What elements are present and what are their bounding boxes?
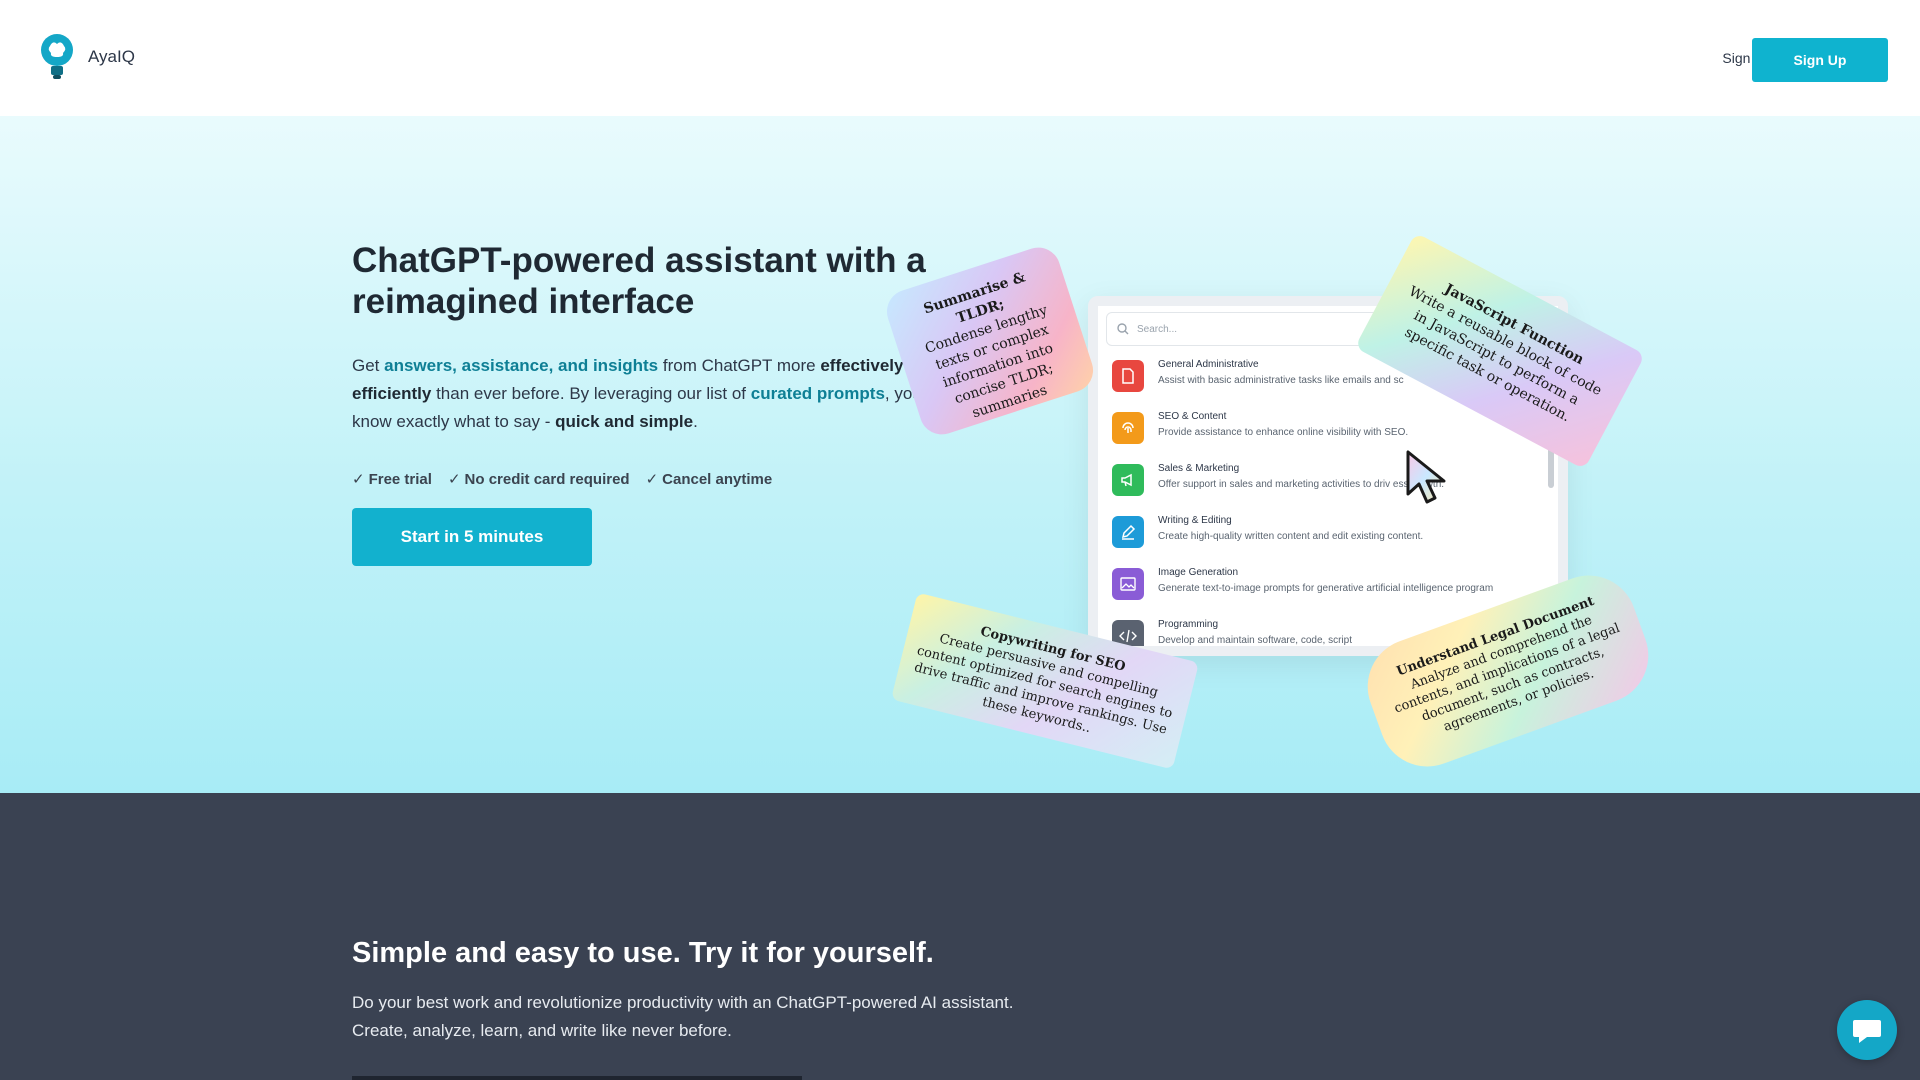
category-item: Writing & Editing Create high-quality wr…: [1112, 512, 1552, 552]
chat-bubble-icon: [1853, 1020, 1881, 1043]
document-icon: [1112, 360, 1144, 392]
feature-checklist: ✓ Free trial ✓ No credit card required ✓ Ca…: [352, 470, 772, 488]
cursor-icon: [1406, 450, 1446, 504]
category-desc: Develop and maintain software, code, scr…: [1158, 635, 1352, 646]
start-button[interactable]: Start in 5 minutes: [352, 508, 592, 566]
desc-highlight: answers, assistance, and insights: [384, 356, 659, 375]
section-line: Create, analyze, learn, and write like n…: [352, 1021, 732, 1040]
check-item: ✓ Free trial: [352, 470, 432, 488]
desc-text: than ever before. By leveraging our list…: [431, 384, 751, 403]
check-item: ✓ Cancel anytime: [646, 470, 773, 488]
search-placeholder: Search...: [1137, 323, 1178, 335]
category-item: Image Generation Generate text-to-image …: [1112, 564, 1552, 604]
pencil-icon: [1112, 516, 1144, 548]
category-name: Sales & Marketing: [1158, 463, 1240, 474]
category-name: Writing & Editing: [1158, 515, 1232, 526]
hero-section: ChatGPT-powered assistant with a reimagi…: [0, 116, 1920, 793]
category-desc: Generate text-to-image prompts for gener…: [1158, 583, 1494, 594]
check-item: ✓ No credit card required: [448, 470, 630, 488]
category-item: Sales & Marketing Offer support in sales…: [1112, 460, 1552, 500]
desc-text: Get: [352, 356, 385, 375]
section-description: Do your best work and revolutionize prod…: [352, 989, 1072, 1045]
category-name: Programming: [1158, 619, 1219, 630]
hero-description: Get answers, assistance, and insights fr…: [352, 352, 942, 436]
fingerprint-icon: [1112, 412, 1144, 444]
desc-text: .: [693, 412, 698, 431]
category-name: Image Generation: [1158, 567, 1239, 578]
sign-up-button[interactable]: Sign Up: [1752, 38, 1888, 82]
category-desc: Offer support in sales and marketing act…: [1158, 479, 1445, 490]
category-desc: Assist with basic administrative tasks l…: [1158, 375, 1404, 386]
section-line: Do your best work and revolutionize prod…: [352, 993, 1014, 1012]
hero-title: ChatGPT-powered assistant with a reimagi…: [352, 241, 926, 321]
megaphone-icon: [1112, 464, 1144, 496]
site-header: AyaIQ Sign In Sign Up: [0, 0, 1920, 116]
brand-name: AyaIQ: [88, 47, 135, 66]
features-section: Simple and easy to use. Try it for yours…: [0, 793, 1920, 1080]
desc-bold: quick and simple: [555, 412, 694, 431]
check-icon: ✓: [447, 471, 461, 488]
category-desc: Create high-quality written content and …: [1158, 531, 1424, 542]
check-icon: ✓: [645, 471, 659, 488]
desc-text: from ChatGPT more: [658, 356, 821, 375]
check-label: Cancel anytime: [662, 471, 773, 488]
brand-logo[interactable]: AyaIQ: [40, 34, 135, 80]
media-frame-top: [352, 1076, 802, 1080]
chat-button[interactable]: [1837, 1000, 1897, 1060]
check-label: Free trial: [368, 471, 432, 488]
image-icon: [1112, 568, 1144, 600]
check-label: No credit card required: [464, 471, 630, 488]
category-name: General Administrative: [1158, 359, 1259, 370]
category-name: SEO & Content: [1158, 411, 1227, 422]
category-desc: Provide assistance to enhance online vis…: [1158, 427, 1409, 438]
brain-bulb-icon: [41, 34, 73, 79]
check-icon: ✓: [352, 471, 365, 488]
search-icon: [1117, 323, 1129, 335]
desc-highlight: curated prompts: [750, 384, 885, 403]
section-title: Simple and easy to use. Try it for yours…: [352, 937, 934, 969]
